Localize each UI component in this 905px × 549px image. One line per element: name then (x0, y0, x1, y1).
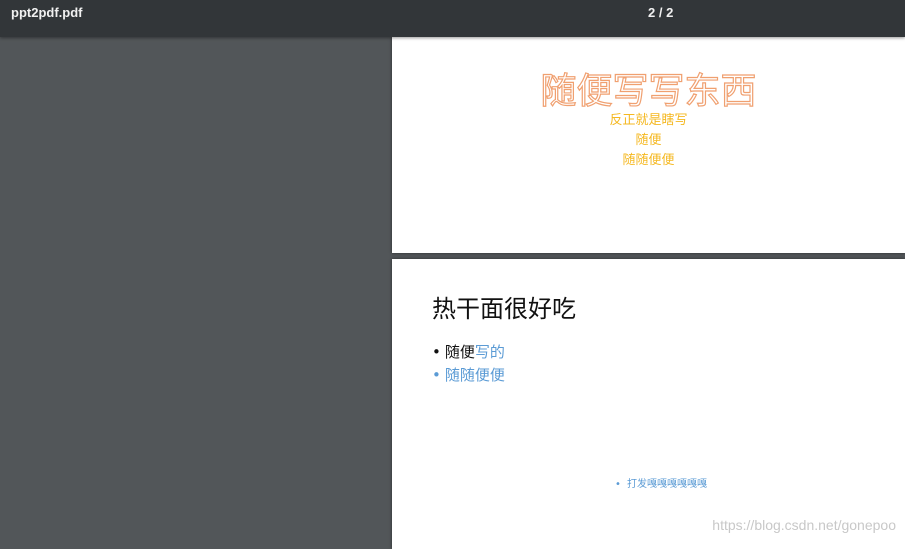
slide-subtitle-line-2: 随便 (392, 129, 905, 148)
bullet-1-text: 随便 (445, 343, 475, 361)
footnote-text: 打发嘎嘎嘎嘎嘎嘎 (627, 479, 707, 490)
slide-footnote: • 打发嘎嘎嘎嘎嘎嘎 (392, 475, 905, 490)
bullet-dot-icon: • (615, 479, 621, 490)
pdf-viewer-area[interactable]: 随便写写东西 反正就是瞎写 随便 随随便便 热干面很好吃 •随便写的 •随随便便… (0, 37, 905, 542)
watermark: https://blog.csdn.net/gonepoo (712, 517, 896, 533)
pdf-page-1: 随便写写东西 反正就是瞎写 随便 随随便便 (392, 37, 905, 253)
pdf-page-2: 热干面很好吃 •随便写的 •随随便便 •打发嘎嘎嘎嘎嘎嘎 (392, 259, 905, 549)
bullet-2-text: 随随便便 (445, 366, 505, 384)
slide-heading: 热干面很好吃 (432, 289, 576, 324)
slide-subtitle-line-3: 随随便便 (392, 149, 905, 168)
bullet-dot-icon: • (432, 343, 441, 361)
page-indicator: 2 / 2 (648, 5, 673, 20)
bullet-1-highlight: 写的 (475, 343, 505, 361)
pdf-toolbar: ppt2pdf.pdf 2 / 2 (0, 0, 905, 37)
file-name: ppt2pdf.pdf (11, 5, 82, 20)
bullet-dot-icon: • (432, 366, 441, 384)
slide-title: 随便写写东西 (392, 62, 905, 114)
bullet-item-2: •随随便便 (432, 364, 505, 385)
slide-subtitle-line-1: 反正就是瞎写 (392, 109, 905, 128)
bullet-item-1: •随便写的 (432, 341, 505, 362)
